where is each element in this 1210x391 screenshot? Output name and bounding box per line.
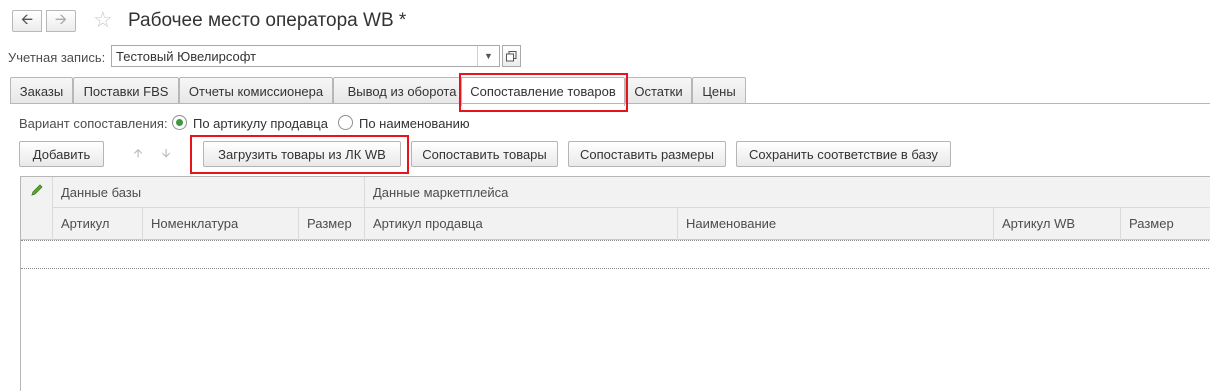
tab-withdrawal[interactable]: Вывод из оборота [333, 77, 471, 104]
matching-table: Данные базы Данные маркетплейса Артикул … [20, 176, 1210, 391]
favorite-star-icon[interactable]: ☆ [93, 8, 113, 32]
column-header-seller-article[interactable]: Артикул продавца [365, 208, 678, 240]
match-sizes-button[interactable]: Сопоставить размеры [568, 141, 726, 167]
tab-prices[interactable]: Цены [692, 77, 746, 104]
radio-by-name[interactable] [338, 115, 353, 130]
pencil-icon [21, 177, 53, 240]
save-mapping-button[interactable]: Сохранить соответствие в базу [736, 141, 951, 167]
group-header-marketplace: Данные маркетплейса [365, 177, 1210, 208]
account-label: Учетная запись: [8, 50, 106, 65]
open-icon[interactable] [502, 45, 521, 67]
column-header-wb-article[interactable]: Артикул WB [994, 208, 1121, 240]
radio-by-article-label[interactable]: По артикулу продавца [193, 116, 328, 131]
column-header-size-marketplace[interactable]: Размер [1121, 208, 1210, 240]
tab-stocks[interactable]: Остатки [625, 77, 692, 104]
tab-fbs-supplies[interactable]: Поставки FBS [73, 77, 179, 104]
column-header-size-base[interactable]: Размер [299, 208, 365, 240]
tab-orders[interactable]: Заказы [10, 77, 73, 104]
highlight-frame-button [190, 135, 409, 174]
column-header-article[interactable]: Артикул [53, 208, 143, 240]
account-field[interactable]: Тестовый Ювелирсофт [111, 45, 500, 67]
title-bar: 🡨 🡪 ☆ Рабочее место оператора WB * [0, 0, 1210, 42]
window-title: Рабочее место оператора WB * [128, 10, 407, 31]
match-variant-label: Вариант сопоставления: [19, 116, 168, 131]
radio-by-name-label[interactable]: По наименованию [359, 116, 470, 131]
forward-arrow-icon[interactable]: 🡪 [46, 10, 76, 32]
table-header: Данные базы Данные маркетплейса Артикул … [21, 177, 1210, 240]
move-up-icon[interactable]: 🡩 [127, 141, 149, 167]
back-arrow-icon[interactable]: 🡨 [12, 10, 42, 32]
column-header-nomenclature[interactable]: Номенклатура [143, 208, 299, 240]
add-button[interactable]: Добавить [19, 141, 104, 167]
radio-by-article[interactable] [172, 115, 187, 130]
highlight-frame-tab [459, 73, 628, 112]
group-header-base: Данные базы [53, 177, 365, 208]
table-row[interactable] [21, 240, 1210, 269]
chevron-down-icon[interactable]: ▼ [477, 46, 499, 66]
move-down-icon[interactable]: 🡫 [155, 141, 177, 167]
match-goods-button[interactable]: Сопоставить товары [411, 141, 558, 167]
edit-pencil-icon [30, 184, 43, 196]
open-window-icon [506, 50, 517, 61]
column-header-name[interactable]: Наименование [678, 208, 994, 240]
tab-commission-reports[interactable]: Отчеты комиссионера [179, 77, 333, 104]
